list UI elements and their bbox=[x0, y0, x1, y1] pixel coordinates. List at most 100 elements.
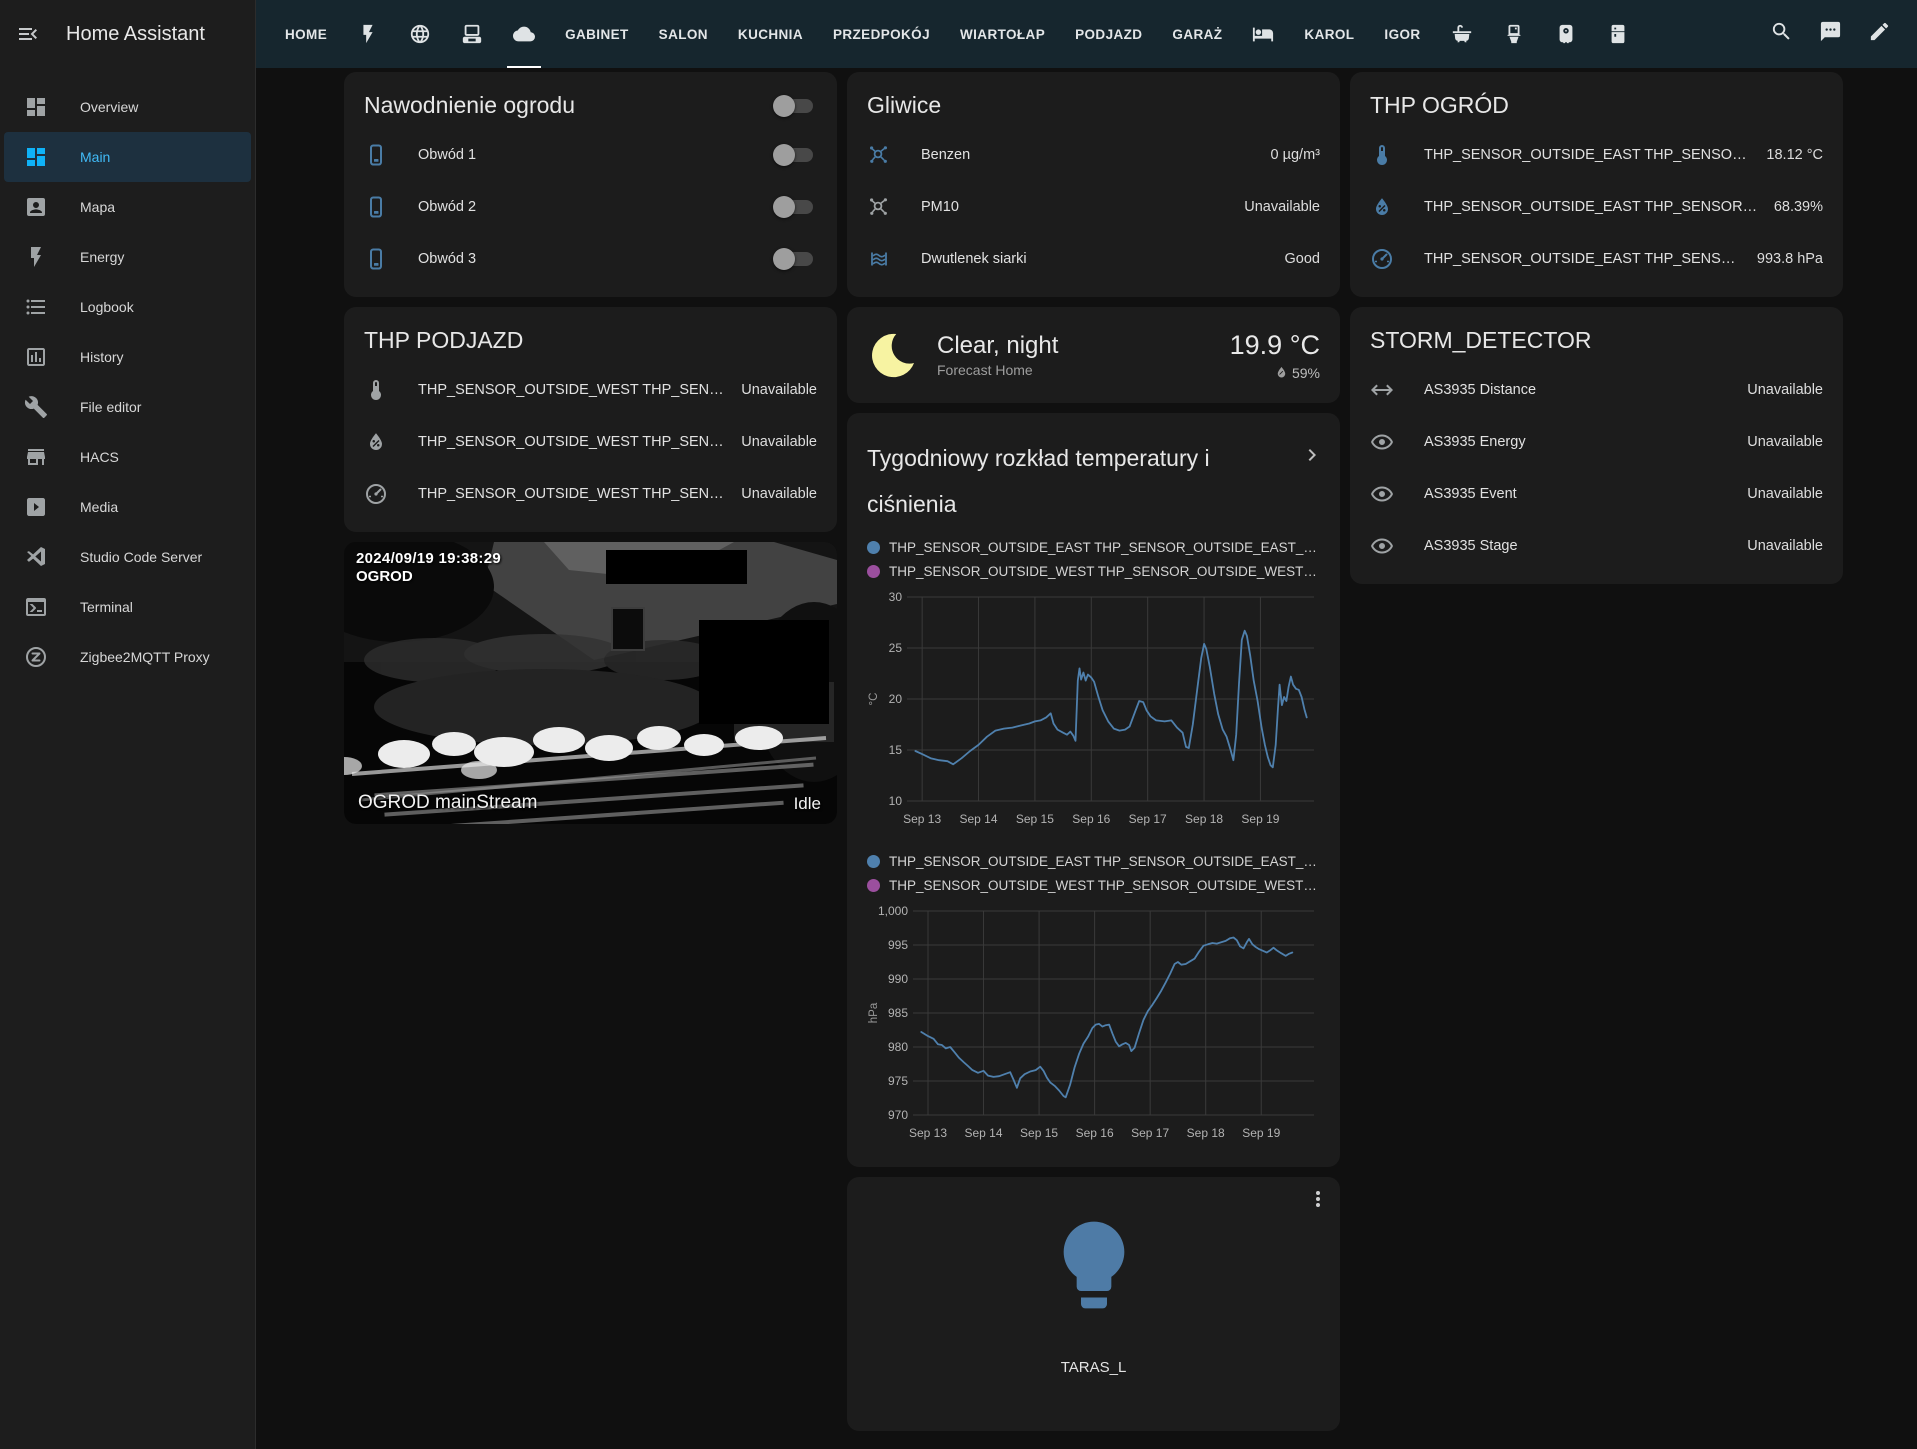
molecule-icon bbox=[867, 195, 891, 219]
sidebar-item-hacs[interactable]: HACS bbox=[4, 432, 251, 482]
sidebar-item-terminal[interactable]: Terminal bbox=[4, 582, 251, 632]
edit-dashboard-button[interactable] bbox=[1868, 20, 1891, 48]
thp-podjazd-row[interactable]: THP_SENSOR_OUTSIDE_WEST THP_SENSOR_OUTSI… bbox=[364, 364, 817, 416]
legend-item[interactable]: THP_SENSOR_OUTSIDE_WEST THP_SENSOR_OUTSI… bbox=[867, 559, 1320, 583]
sidebar-item-studio-code-server[interactable]: Studio Code Server bbox=[4, 532, 251, 582]
tab-cloud[interactable] bbox=[498, 0, 550, 68]
tab-flash[interactable] bbox=[342, 0, 394, 68]
irrigation-row[interactable]: Obwód 3 bbox=[364, 233, 817, 285]
assist-button[interactable] bbox=[1819, 20, 1842, 48]
sidebar-item-main[interactable]: Main bbox=[4, 132, 251, 182]
sidebar-item-terminal-label: Terminal bbox=[80, 599, 133, 615]
tab-karol[interactable]: KAROL bbox=[1289, 0, 1369, 68]
thp-podjazd-row[interactable]: THP_SENSOR_OUTSIDE_WEST THP_SENSOR_OUTSI… bbox=[364, 468, 817, 520]
light-name: TARAS_L bbox=[1061, 1359, 1127, 1376]
tab-bedroom[interactable] bbox=[1237, 0, 1289, 68]
camera-timestamp: 2024/09/19 19:38:29 bbox=[356, 550, 501, 567]
valve-icon bbox=[364, 247, 388, 271]
entity-state: 68.39% bbox=[1774, 199, 1823, 215]
humidity-icon bbox=[1370, 195, 1394, 219]
tab-salon-label: SALON bbox=[659, 27, 708, 42]
entity-toggle[interactable] bbox=[773, 143, 817, 167]
svg-text:Sep 16: Sep 16 bbox=[1072, 812, 1110, 826]
svg-text:20: 20 bbox=[888, 692, 902, 706]
tab-water-boiler[interactable] bbox=[1540, 0, 1592, 68]
entity-state: Unavailable bbox=[1747, 538, 1823, 554]
sidebar-item-file-editor-label: File editor bbox=[80, 399, 141, 415]
lightbulb-icon[interactable] bbox=[1042, 1213, 1146, 1317]
legend-label: THP_SENSOR_OUTSIDE_EAST THP_SENSOR_OUTSI… bbox=[889, 540, 1320, 555]
irrigation-row[interactable]: Obwód 2 bbox=[364, 181, 817, 233]
app-title: Home Assistant bbox=[66, 23, 205, 46]
tab-fridge[interactable] bbox=[1592, 0, 1644, 68]
weather-condition: Clear, night bbox=[937, 332, 1230, 360]
entity-name: Obwód 2 bbox=[418, 199, 773, 215]
thp-podjazd-row[interactable]: THP_SENSOR_OUTSIDE_WEST THP_SENSOR_OUTSI… bbox=[364, 416, 817, 468]
tab-salon[interactable]: SALON bbox=[644, 0, 723, 68]
svg-text:15: 15 bbox=[888, 743, 902, 757]
camera-image bbox=[344, 542, 837, 824]
moon-icon bbox=[867, 329, 919, 381]
sidebar-item-file-editor[interactable]: File editor bbox=[4, 382, 251, 432]
storm-detector-row[interactable]: AS3935 EventUnavailable bbox=[1370, 468, 1823, 520]
valve-icon bbox=[364, 143, 388, 167]
card-title-gliwice: Gliwice bbox=[847, 72, 1340, 125]
tab-home[interactable]: HOME bbox=[270, 0, 342, 68]
air-quality-row[interactable]: Dwutlenek siarkiGood bbox=[867, 233, 1320, 285]
legend-item[interactable]: THP_SENSOR_OUTSIDE_WEST THP_SENSOR_OUTSI… bbox=[867, 873, 1320, 897]
svg-text:Sep 17: Sep 17 bbox=[1131, 1126, 1169, 1140]
sidebar-item-logbook[interactable]: Logbook bbox=[4, 282, 251, 332]
air-quality-row[interactable]: Benzen0 µg/m³ bbox=[867, 129, 1320, 181]
sidebar-item-zigbee2mqtt-proxy[interactable]: Zigbee2MQTT Proxy bbox=[4, 632, 251, 682]
card-weather[interactable]: Clear, night Forecast Home 19.9 °C 59% bbox=[847, 307, 1340, 403]
tab-przedpokoj[interactable]: PRZEDPOKÓJ bbox=[818, 0, 945, 68]
storm-detector-row[interactable]: AS3935 DistanceUnavailable bbox=[1370, 364, 1823, 416]
entity-toggle[interactable] bbox=[773, 247, 817, 271]
chart-box-icon bbox=[24, 345, 48, 369]
card-camera-ogrod[interactable]: 2024/09/19 19:38:29 OGROD OGROD mainStre… bbox=[344, 542, 837, 824]
entity-state: 993.8 hPa bbox=[1757, 251, 1823, 267]
tab-toilet[interactable] bbox=[1488, 0, 1540, 68]
tab-gabinet[interactable]: GABINET bbox=[550, 0, 644, 68]
storm-detector-row[interactable]: AS3935 StageUnavailable bbox=[1370, 520, 1823, 572]
irrigation-row[interactable]: Obwód 1 bbox=[364, 129, 817, 181]
humidity-icon bbox=[364, 430, 388, 454]
svg-text:Sep 14: Sep 14 bbox=[959, 812, 997, 826]
sidebar-item-media[interactable]: Media bbox=[4, 482, 251, 532]
entity-toggle[interactable] bbox=[773, 195, 817, 219]
tab-kuchnia[interactable]: KUCHNIA bbox=[723, 0, 818, 68]
dots-vertical-icon[interactable] bbox=[1306, 1187, 1330, 1211]
legend-item[interactable]: THP_SENSOR_OUTSIDE_EAST THP_SENSOR_OUTSI… bbox=[867, 535, 1320, 559]
thp-ogrod-row[interactable]: THP_SENSOR_OUTSIDE_EAST THP_SENSOR_OUTSI… bbox=[1370, 181, 1823, 233]
camera-stream-name: OGROD mainStream bbox=[358, 792, 537, 814]
menu-open-icon[interactable] bbox=[16, 22, 40, 46]
tab-wiartolap[interactable]: WIARTOŁAP bbox=[945, 0, 1060, 68]
svg-text:980: 980 bbox=[887, 1040, 907, 1054]
air-quality-row[interactable]: PM10Unavailable bbox=[867, 181, 1320, 233]
chevron-right-icon[interactable] bbox=[1300, 443, 1324, 467]
tab-podjazd[interactable]: PODJAZD bbox=[1060, 0, 1157, 68]
svg-text:1,000: 1,000 bbox=[877, 904, 907, 918]
svg-text:985: 985 bbox=[887, 1006, 907, 1020]
thp-ogrod-row[interactable]: THP_SENSOR_OUTSIDE_EAST THP_SENSOR_OUTSI… bbox=[1370, 129, 1823, 181]
weekly-chart-header[interactable]: Tygodniowy rozkład temperatury i ciśnien… bbox=[847, 413, 1340, 529]
svg-text:Sep 13: Sep 13 bbox=[903, 812, 941, 826]
sidebar-item-mapa[interactable]: Mapa bbox=[4, 182, 251, 232]
tab-igor[interactable]: IGOR bbox=[1369, 0, 1435, 68]
storm-detector-row[interactable]: AS3935 EnergyUnavailable bbox=[1370, 416, 1823, 468]
tab-computer[interactable] bbox=[446, 0, 498, 68]
tab-web[interactable] bbox=[394, 0, 446, 68]
legend-item[interactable]: THP_SENSOR_OUTSIDE_EAST THP_SENSOR_OUTSI… bbox=[867, 849, 1320, 873]
bed-icon bbox=[1252, 23, 1274, 45]
play-box-icon bbox=[24, 495, 48, 519]
tab-bathroom[interactable] bbox=[1436, 0, 1488, 68]
sidebar-item-overview[interactable]: Overview bbox=[4, 82, 251, 132]
sidebar-item-energy[interactable]: Energy bbox=[4, 232, 251, 282]
svg-text:Sep 15: Sep 15 bbox=[1015, 812, 1053, 826]
tab-kuchnia-label: KUCHNIA bbox=[738, 27, 803, 42]
tab-garaz[interactable]: GARAŻ bbox=[1157, 0, 1237, 68]
search-button[interactable] bbox=[1770, 20, 1793, 48]
sidebar-item-history[interactable]: History bbox=[4, 332, 251, 382]
thp-ogrod-row[interactable]: THP_SENSOR_OUTSIDE_EAST THP_SENSOR_OUTSI… bbox=[1370, 233, 1823, 285]
irrigation-master-toggle[interactable] bbox=[773, 94, 817, 118]
